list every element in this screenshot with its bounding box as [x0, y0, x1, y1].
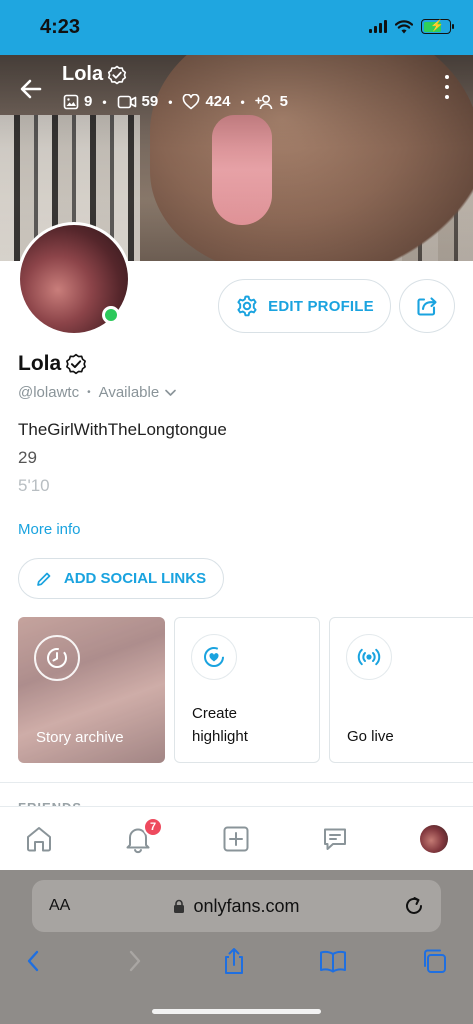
add-social-links-button[interactable]: ADD SOCIAL LINKS: [18, 558, 224, 599]
share-button[interactable]: [399, 279, 455, 333]
go-live-card[interactable]: Go live: [329, 617, 473, 763]
photos-stat: 9: [63, 93, 92, 110]
status-icons: ⚡: [369, 19, 454, 34]
url-text: onlyfans.com: [193, 895, 300, 916]
wifi-icon: [395, 19, 413, 33]
nav-messages[interactable]: [319, 823, 351, 855]
share-up-icon: [225, 948, 243, 974]
videos-stat: 59: [117, 93, 158, 110]
bio-line: 5'10: [18, 476, 50, 495]
create-highlight-card[interactable]: Create highlight: [174, 617, 320, 763]
subscribers-stat: 5: [254, 93, 288, 110]
battery-icon: ⚡: [421, 19, 454, 34]
notification-badge: 7: [143, 817, 163, 837]
bio-line: TheGirlWithTheLongtongue: [18, 420, 227, 439]
edit-profile-button[interactable]: EDIT PROFILE: [218, 279, 391, 333]
verified-badge-icon: [108, 65, 127, 84]
tabs-button[interactable]: [419, 946, 449, 976]
nav-new-post[interactable]: [220, 823, 252, 855]
go-live-label: Go live: [347, 728, 394, 745]
cover-profile-name: Lola: [62, 63, 127, 86]
create-highlight-label: Create highlight: [192, 705, 248, 745]
section-divider: [0, 782, 473, 783]
nav-profile-avatar[interactable]: [420, 825, 448, 853]
more-options-icon[interactable]: [440, 75, 454, 99]
tabs-icon: [424, 949, 446, 973]
live-icon-circle: [346, 634, 392, 680]
availability-label: Available: [98, 384, 160, 401]
chevron-down-icon: [165, 389, 177, 396]
pencil-icon: [37, 572, 51, 586]
bookmarks-button[interactable]: [318, 946, 348, 976]
browser-share-button[interactable]: [219, 946, 249, 976]
story-archive-label: Story archive: [36, 729, 124, 746]
edit-profile-label: EDIT PROFILE: [268, 297, 374, 315]
verified-badge-icon: [66, 353, 87, 375]
clock-history-icon: [47, 648, 67, 668]
gear-icon: [237, 295, 257, 317]
profile-name: Lola: [18, 352, 87, 376]
image-icon: [63, 94, 79, 109]
reload-icon[interactable]: [403, 895, 425, 917]
cover-stats: 9 • 59 • 424 • 5: [63, 93, 288, 110]
user-plus-icon: [254, 94, 272, 109]
handle-row: @lolawtc • Available: [18, 384, 177, 401]
highlight-icon: [204, 647, 224, 667]
browser-toolbar: AA onlyfans.com: [0, 870, 473, 1024]
profile-handle: @lolawtc: [18, 384, 80, 401]
home-icon: [27, 827, 51, 852]
status-time: 4:23: [40, 16, 81, 38]
add-social-links-label: ADD SOCIAL LINKS: [63, 570, 207, 587]
availability-dropdown[interactable]: Available: [99, 384, 177, 401]
browser-back-button[interactable]: [18, 946, 48, 976]
back-arrow-icon[interactable]: [18, 76, 44, 102]
nav-home[interactable]: [23, 823, 55, 855]
bio-line: 29: [18, 448, 37, 467]
heart-icon: [183, 93, 200, 109]
broadcast-icon: [357, 648, 381, 666]
story-archive-card[interactable]: Story archive: [18, 617, 165, 763]
online-status-indicator: [102, 306, 120, 324]
status-bar: 4:23 ⚡: [0, 0, 473, 55]
chevron-left-icon: [27, 950, 39, 972]
highlight-icon-circle: [191, 634, 237, 680]
story-archive-icon-circle: [34, 635, 80, 681]
cellular-signal-icon: [369, 20, 387, 33]
video-icon: [117, 95, 136, 108]
book-icon: [320, 950, 346, 973]
likes-stat: 424: [182, 93, 230, 110]
home-indicator: [152, 1009, 321, 1014]
more-info-link[interactable]: More info: [18, 521, 81, 538]
chevron-right-icon: [129, 950, 141, 972]
browser-forward-button[interactable]: [120, 946, 150, 976]
address-bar[interactable]: AA onlyfans.com: [32, 880, 441, 932]
plus-square-icon: [223, 826, 249, 852]
bottom-navigation: 7: [0, 806, 473, 870]
share-icon: [417, 297, 437, 316]
message-icon: [324, 828, 346, 850]
lock-icon: [174, 899, 185, 913]
